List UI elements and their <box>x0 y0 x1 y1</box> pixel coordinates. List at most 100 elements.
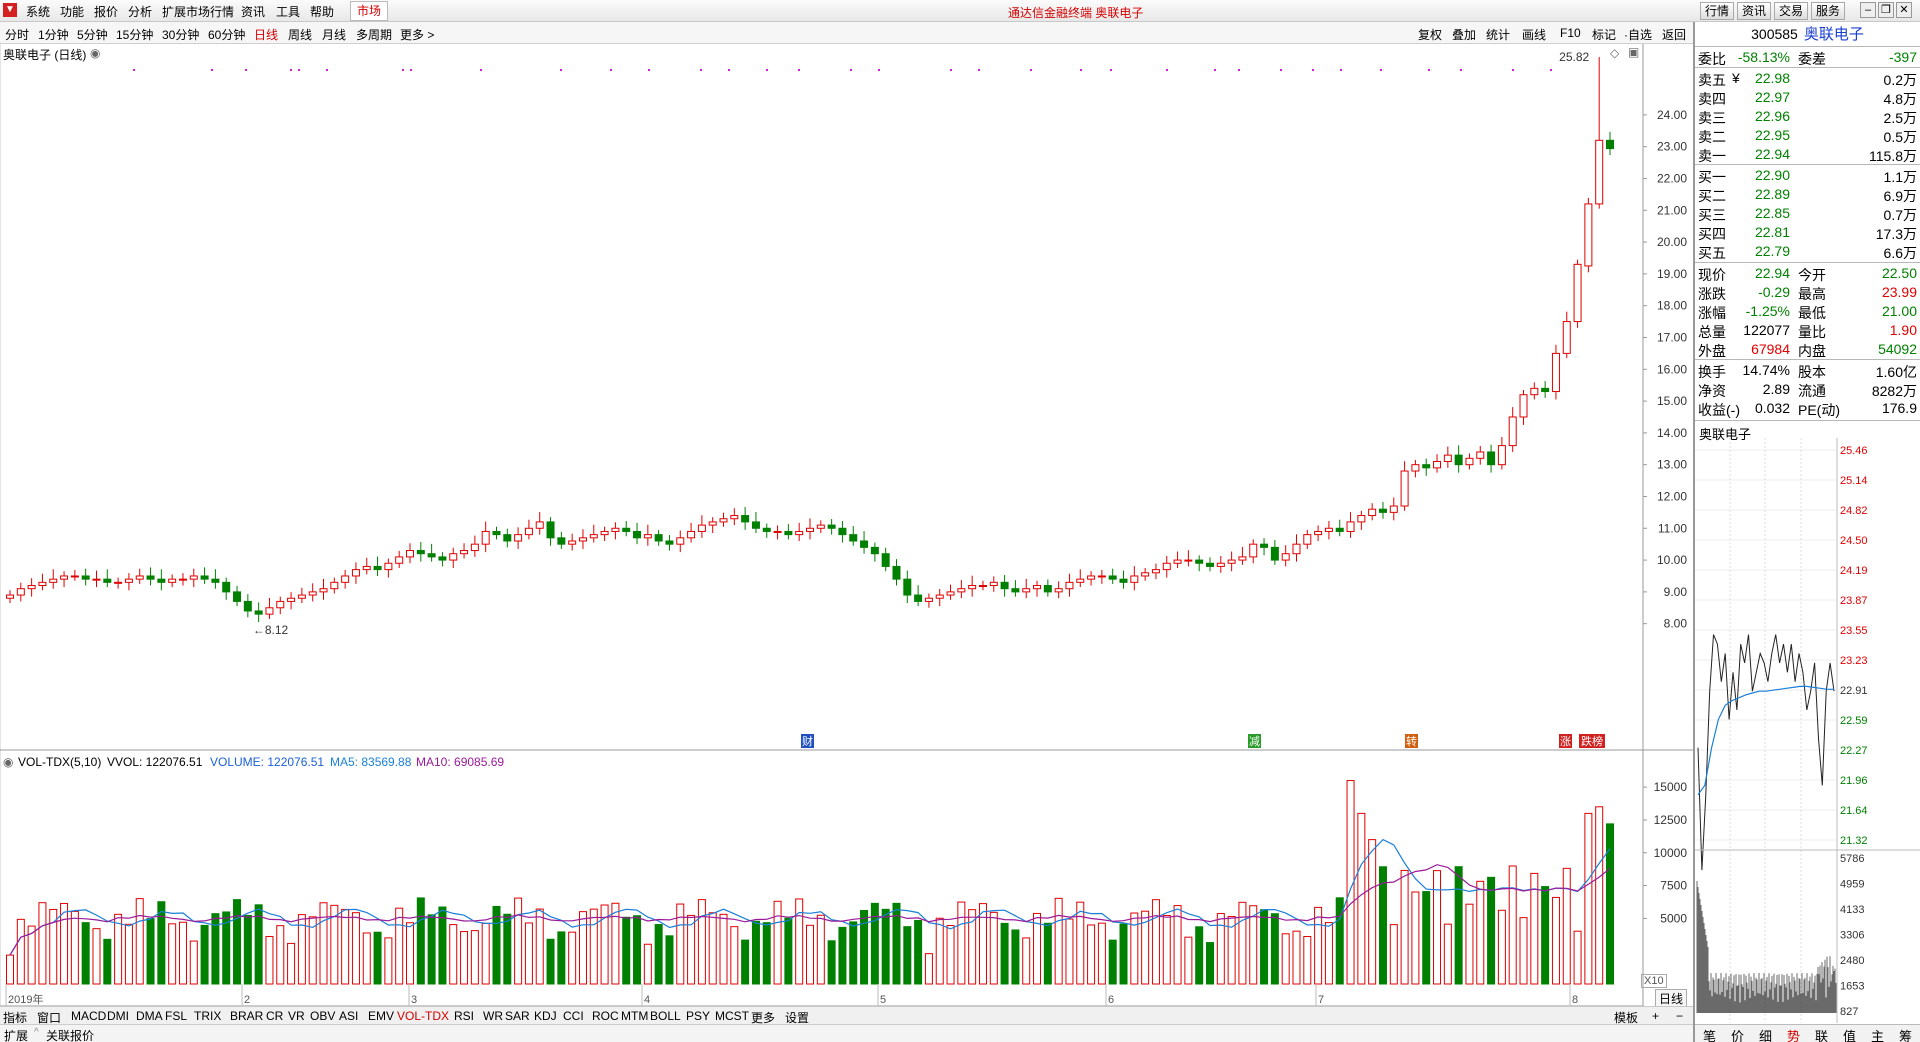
intraday-mini-chart[interactable]: 25.46 25.14 24.82 24.50 24.19 23.87 23.55 23.23… <box>1695 438 1920 1023</box>
period-60min[interactable]: 60分钟 <box>208 26 245 43</box>
right-tab-4[interactable]: 联 <box>1815 1026 1828 1042</box>
btn-huaxian[interactable]: 画线 <box>1522 26 1546 43</box>
close-icon[interactable]: ✕ <box>1896 2 1912 18</box>
right-tab-7[interactable]: 筹 <box>1899 1026 1912 1042</box>
volume-bar <box>514 897 523 985</box>
btn-fuwu[interactable]: 服务 <box>1811 2 1845 20</box>
indicator-tab-emv[interactable]: EMV <box>368 1009 394 1023</box>
volume-bar <box>1443 923 1452 985</box>
right-tab-3[interactable]: 势 <box>1787 1026 1800 1042</box>
indicator-tab-mcst[interactable]: MCST <box>715 1009 749 1023</box>
candle-body <box>697 524 706 532</box>
menu-system[interactable]: 系统 <box>26 3 50 20</box>
indicator-tab-fsl[interactable]: FSL <box>165 1009 187 1023</box>
add-window-icon[interactable]: + <box>1652 1009 1659 1023</box>
right-tab-2[interactable]: 细 <box>1759 1026 1772 1042</box>
status-expand[interactable]: 扩展 <box>4 1027 28 1042</box>
btn-zixuan[interactable]: ·自选 <box>1624 26 1652 43</box>
menu-help[interactable]: 帮助 <box>310 3 334 20</box>
indicator-tab-dma[interactable]: DMA <box>136 1009 163 1023</box>
indicator-tab-cci[interactable]: CCI <box>563 1009 584 1023</box>
menu-analysis[interactable]: 分析 <box>128 3 152 20</box>
mini-vol-label: 4959 <box>1840 879 1864 891</box>
indicator-tab-dmi[interactable]: DMI <box>107 1009 129 1023</box>
candle-body <box>1530 387 1539 396</box>
btn-fuquan[interactable]: 复权 <box>1418 26 1442 43</box>
status-expand-arrow-icon[interactable]: ^ <box>34 1027 39 1038</box>
period-1min[interactable]: 1分钟 <box>38 26 69 43</box>
btn-jiaoyi[interactable]: 交易 <box>1774 2 1808 20</box>
indicator-tab-roc[interactable]: ROC <box>592 1009 619 1023</box>
right-tab-0[interactable]: 笔 <box>1703 1026 1716 1042</box>
candle-body <box>460 550 469 555</box>
menu-market[interactable]: 市场 <box>350 1 389 21</box>
candle-body <box>146 575 155 580</box>
period-15min[interactable]: 15分钟 <box>116 26 153 43</box>
right-tab-6[interactable]: 主 <box>1871 1026 1884 1042</box>
volume-bar <box>687 914 696 985</box>
kline-chart-svg[interactable]: 8.00 9.00 10.00 11.00 12.00 13.00 14.00 15.00 16… <box>0 44 1693 1006</box>
stock-name[interactable]: 奥联电子 <box>1804 26 1864 43</box>
chart-title-dropdown-icon[interactable]: ◉ <box>90 46 100 60</box>
stat-label: 换手 <box>1698 364 1726 380</box>
period-weekly[interactable]: 周线 <box>288 26 312 43</box>
month-label: 7 <box>1318 994 1324 1006</box>
indicator-tab-psy[interactable]: PSY <box>686 1009 710 1023</box>
btn-hangqing[interactable]: 行情 <box>1700 2 1734 20</box>
period-intraday[interactable]: 分时 <box>5 26 29 43</box>
mini-price-label: 22.91 <box>1840 685 1868 697</box>
restore-icon[interactable]: ❐ <box>1878 2 1894 18</box>
quote-panel: 300585 奥联电子 委比 -58.13% 委差 -397 卖五 ¥22.98 0.… <box>1693 22 1920 1042</box>
event-dot <box>1110 69 1112 71</box>
right-tab-1[interactable]: 价 <box>1731 1026 1744 1042</box>
right-tab-5[interactable]: 值 <box>1843 1026 1856 1042</box>
menu-function[interactable]: 功能 <box>60 3 84 20</box>
volume-bar <box>168 923 177 985</box>
candle-body <box>989 581 998 587</box>
indicator-tab-obv[interactable]: OBV <box>310 1009 335 1023</box>
menu-news[interactable]: 资讯 <box>241 3 265 20</box>
mini-vol-label: 4133 <box>1840 904 1864 916</box>
event-dot <box>700 69 702 71</box>
menu-quote[interactable]: 报价 <box>94 3 118 20</box>
btn-tongji[interactable]: 统计 <box>1486 26 1510 43</box>
indicator-tab-asi[interactable]: ASI <box>339 1009 358 1023</box>
indicator-tab-wr[interactable]: WR <box>483 1009 503 1023</box>
indicator-tab-brar[interactable]: BRAR <box>230 1009 263 1023</box>
btn-f10[interactable]: F10 <box>1560 26 1581 40</box>
vol-dropdown-icon[interactable]: ◉ <box>3 755 13 769</box>
period-multi[interactable]: 多周期 <box>356 26 392 43</box>
btn-fanhui[interactable]: 返回 <box>1662 26 1686 43</box>
indicator-tab-boll[interactable]: BOLL <box>650 1009 681 1023</box>
btn-zixun[interactable]: 资讯 <box>1737 2 1771 20</box>
indicator-tab-sar[interactable]: SAR <box>505 1009 530 1023</box>
chart-diamond-icon[interactable]: ◇ <box>1610 46 1619 60</box>
indicator-tab-trix[interactable]: TRIX <box>194 1009 221 1023</box>
candle-body <box>103 578 112 583</box>
menu-ext-market[interactable]: 扩展市场行情 <box>162 3 234 20</box>
remove-window-icon[interactable]: − <box>1676 1009 1683 1023</box>
menu-tools[interactable]: 工具 <box>276 3 300 20</box>
chart-maximize-icon[interactable]: ▣ <box>1628 45 1639 59</box>
kline-chart-area[interactable]: 8.00 9.00 10.00 11.00 12.00 13.00 14.00 15.00 16… <box>0 44 1693 1028</box>
btn-diejia[interactable]: 叠加 <box>1452 26 1476 43</box>
indicator-tab-vol-tdx[interactable]: VOL-TDX <box>397 1009 449 1023</box>
period-more[interactable]: 更多 > <box>400 26 434 43</box>
indicator-tab-rsi[interactable]: RSI <box>454 1009 474 1023</box>
period-5min[interactable]: 5分钟 <box>77 26 108 43</box>
candle-body <box>1400 470 1409 507</box>
indicator-tab-mtm[interactable]: MTM <box>621 1009 648 1023</box>
status-related-quote[interactable]: 关联报价 <box>46 1027 94 1042</box>
indicator-tab-vr[interactable]: VR <box>288 1009 305 1023</box>
indicator-tab-cr[interactable]: CR <box>266 1009 283 1023</box>
period-daily[interactable]: 日线 <box>254 26 278 43</box>
indicator-tab-macd[interactable]: MACD <box>71 1009 106 1023</box>
period-monthly[interactable]: 月线 <box>322 26 346 43</box>
btn-biaoji[interactable]: 标记 <box>1592 26 1616 43</box>
volume-bar <box>1260 909 1269 985</box>
indicator-tab-kdj[interactable]: KDJ <box>534 1009 557 1023</box>
volume-bar <box>773 900 782 985</box>
minimize-icon[interactable]: – <box>1860 2 1876 18</box>
period-30min[interactable]: 30分钟 <box>162 26 199 43</box>
volume-bar <box>384 937 393 985</box>
